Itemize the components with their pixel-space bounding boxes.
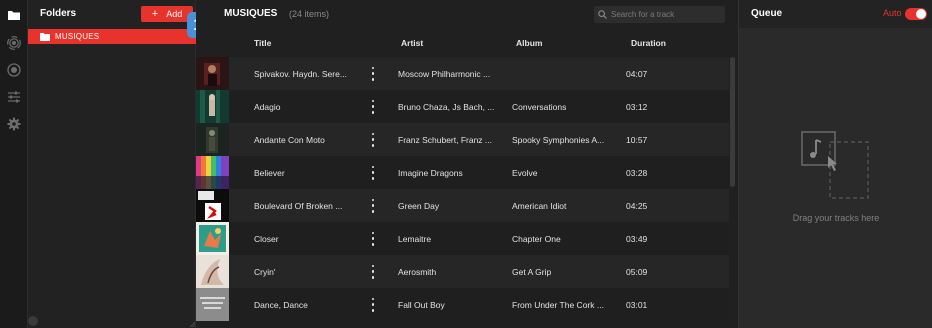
track-title: Closer: [254, 233, 279, 244]
track-artist: Bruno Chaza, Js Bach, ...: [398, 101, 495, 112]
track-row[interactable]: Spivakov. Haydn. Sere... Moscow Philharm…: [196, 57, 729, 90]
queue-header: Queue Auto: [739, 0, 932, 28]
track-album: From Under The Cork ...: [512, 299, 604, 310]
track-duration: 05:09: [626, 266, 648, 277]
more-options-icon[interactable]: [368, 165, 378, 180]
settings-icon[interactable]: [6, 116, 22, 132]
album-cover: [196, 222, 229, 255]
tracks-title: MUSIQUES: [224, 8, 278, 19]
plus-icon: +: [151, 7, 159, 20]
track-duration: 03:12: [626, 101, 648, 112]
track-album: Conversations: [512, 101, 567, 112]
folder-item-label: MUSIQUES: [55, 32, 100, 41]
search-box[interactable]: [594, 6, 725, 23]
track-duration: 04:25: [626, 200, 648, 211]
track-album: Evolve: [512, 167, 538, 178]
tracks-count: (24 items): [289, 9, 330, 19]
equalizer-icon[interactable]: [6, 89, 22, 105]
icon-rail: [0, 0, 28, 328]
radio-icon[interactable]: [6, 35, 22, 51]
track-row[interactable]: Believer Imagine Dragons Evolve 03:28: [196, 156, 729, 189]
more-options-icon[interactable]: [368, 99, 378, 114]
record-icon[interactable]: [6, 62, 22, 78]
track-title: Andante Con Moto: [254, 134, 325, 145]
track-title: Adagio: [254, 101, 281, 112]
more-options-icon[interactable]: [368, 297, 378, 312]
track-album: Chapter One: [512, 233, 561, 244]
track-artist: Moscow Philharmonic ...: [398, 68, 491, 79]
queue-empty-text: Drag your tracks here: [792, 213, 880, 223]
more-options-icon[interactable]: [368, 132, 378, 147]
folder-icon[interactable]: [6, 7, 22, 23]
more-options-icon[interactable]: [368, 264, 378, 279]
track-duration: 03:49: [626, 233, 648, 244]
track-duration: 10:57: [626, 134, 648, 145]
track-title: Spivakov. Haydn. Sere...: [254, 68, 347, 79]
track-title: Dance, Dance: [254, 299, 308, 310]
album-cover: [196, 123, 229, 156]
tracks-panel: MUSIQUES (24 items) Title Artist Album D…: [196, 0, 738, 328]
search-icon: [598, 10, 607, 19]
track-artist: Imagine Dragons: [398, 167, 463, 178]
column-header-album[interactable]: Album: [516, 38, 542, 48]
folder-icon: [40, 33, 50, 41]
track-row[interactable]: Andante Con Moto Franz Schubert, Franz .…: [196, 123, 729, 156]
track-title: Cryin': [254, 266, 276, 277]
track-title: Believer: [254, 167, 285, 178]
add-folder-label: Add: [166, 9, 183, 19]
more-options-icon[interactable]: [368, 231, 378, 246]
album-cover: [196, 288, 229, 321]
track-artist: Aerosmith: [398, 266, 437, 277]
track-list: Spivakov. Haydn. Sere... Moscow Philharm…: [196, 57, 729, 321]
album-cover: [196, 90, 229, 123]
track-artist: Franz Schubert, Franz ...: [398, 134, 493, 145]
tracks-header: MUSIQUES (24 items): [196, 0, 738, 28]
track-artist: Lemaitre: [398, 233, 432, 244]
folder-item-musiques[interactable]: MUSIQUES: [28, 29, 196, 44]
panel-resize-handle[interactable]: [28, 316, 38, 326]
track-album: Spooky Symphonies A...: [512, 134, 605, 145]
more-options-icon[interactable]: [368, 66, 378, 81]
toggle-knob: [916, 9, 926, 19]
track-album: American Idiot: [512, 200, 567, 211]
album-cover: [196, 57, 229, 90]
more-options-icon[interactable]: [368, 198, 378, 213]
resize-grip-icon[interactable]: [189, 321, 195, 327]
search-input[interactable]: [611, 10, 721, 19]
folders-panel: Folders + Add MUSIQUES: [28, 0, 196, 328]
track-list-scrollbar[interactable]: [730, 57, 735, 187]
column-header-title[interactable]: Title: [254, 38, 271, 48]
track-row[interactable]: Adagio Bruno Chaza, Js Bach, ... Convers…: [196, 90, 729, 123]
track-artist: Fall Out Boy: [398, 299, 445, 310]
track-duration: 03:01: [626, 299, 648, 310]
track-row[interactable]: Cryin' Aerosmith Get A Grip 05:09: [196, 255, 729, 288]
track-title: Boulevard Of Broken ...: [254, 200, 343, 211]
column-header-duration[interactable]: Duration: [631, 38, 666, 48]
track-row[interactable]: Closer Lemaitre Chapter One 03:49: [196, 222, 729, 255]
auto-toggle[interactable]: [905, 8, 927, 20]
add-folder-button[interactable]: + Add: [141, 6, 193, 22]
track-artist: Green Day: [398, 200, 440, 211]
column-header-artist[interactable]: Artist: [401, 38, 423, 48]
drag-drop-icon: [801, 131, 869, 199]
track-duration: 03:28: [626, 167, 648, 178]
track-row[interactable]: Dance, Dance Fall Out Boy From Under The…: [196, 288, 729, 321]
folders-title: Folders: [40, 8, 77, 19]
auto-label: Auto: [883, 8, 902, 18]
queue-title: Queue: [751, 8, 783, 19]
queue-panel: Queue Auto Drag your tracks here: [738, 0, 932, 328]
album-cover: [196, 189, 229, 222]
track-duration: 04:07: [626, 68, 648, 79]
folders-header: Folders + Add: [28, 0, 196, 28]
track-album: Get A Grip: [512, 266, 552, 277]
album-cover: [196, 255, 229, 288]
album-cover: [196, 156, 229, 189]
track-row[interactable]: Boulevard Of Broken ... Green Day Americ…: [196, 189, 729, 222]
